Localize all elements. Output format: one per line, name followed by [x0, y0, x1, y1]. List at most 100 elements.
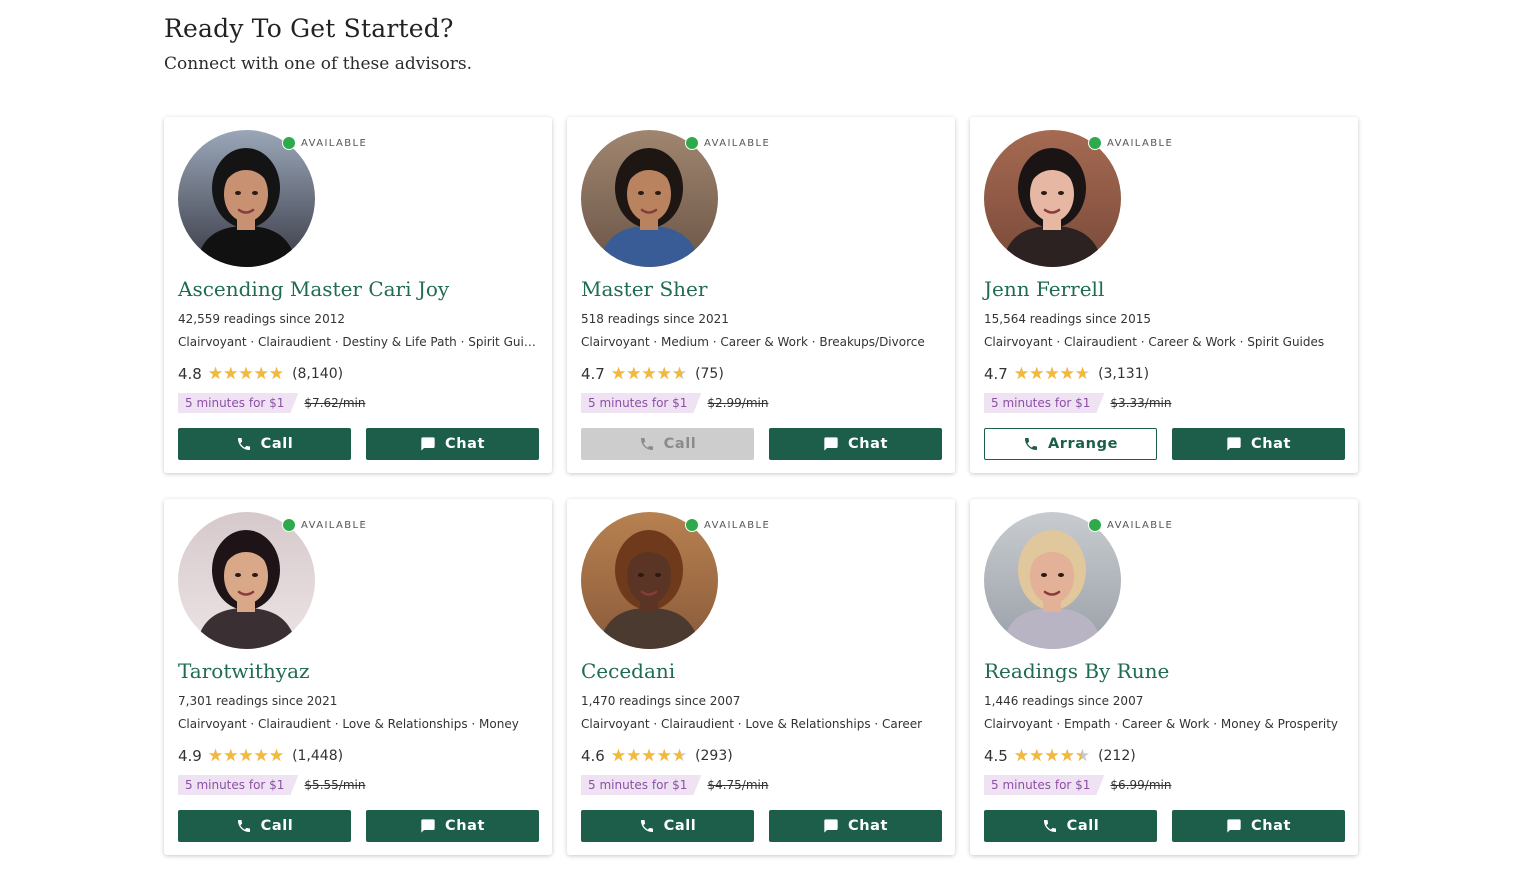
phone-icon [639, 818, 655, 834]
regular-price: $5.55/min [304, 778, 366, 792]
availability-status: AVAILABLE [282, 136, 367, 150]
advisor-card[interactable]: AVAILABLE Tarotwithyaz 7,301 readings si… [164, 499, 552, 855]
specialties: Clairvoyant · Medium · Career & Work · B… [581, 335, 925, 349]
rating-row: 4.9 ★★★★★ ★★★★★ (1,448) [178, 747, 343, 765]
chat-button[interactable]: Chat [769, 428, 942, 460]
rating-row: 4.5 ★★★★★ ★★★★★ (212) [984, 747, 1136, 765]
advisor-card[interactable]: AVAILABLE Readings By Rune 1,446 reading… [970, 499, 1358, 855]
chat-button[interactable]: Chat [366, 810, 539, 842]
readings-count: 42,559 readings since 2012 [178, 312, 345, 326]
chat-button[interactable]: Chat [769, 810, 942, 842]
button-label: Call [663, 436, 697, 452]
chat-button[interactable]: Chat [1172, 428, 1345, 460]
chat-button[interactable]: Chat [366, 428, 539, 460]
rating-row: 4.7 ★★★★★ ★★★★★ (75) [581, 365, 724, 383]
rating-row: 4.7 ★★★★★ ★★★★★ (3,131) [984, 365, 1149, 383]
readings-count: 1,446 readings since 2007 [984, 694, 1144, 708]
button-label: Chat [1250, 818, 1292, 834]
available-dot-icon [1088, 136, 1102, 150]
star-rating-icon: ★★★★★ ★★★★★ [207, 745, 285, 766]
phone-icon [1042, 818, 1058, 834]
advisor-name[interactable]: Ascending Master Cari Joy [178, 277, 449, 301]
advisor-avatar[interactable] [178, 512, 315, 649]
chat-icon [1226, 436, 1242, 452]
status-label: AVAILABLE [1107, 519, 1174, 531]
specialties: Clairvoyant · Clairaudient · Destiny & L… [178, 335, 540, 349]
button-label: Call [1066, 818, 1100, 834]
advisor-avatar[interactable] [581, 512, 718, 649]
price-row: 5 minutes for $1 $7.62/min [178, 393, 365, 413]
advisor-name[interactable]: Master Sher [581, 277, 707, 301]
call-button[interactable]: Call [178, 428, 351, 460]
advisor-avatar[interactable] [984, 512, 1121, 649]
star-rating-icon: ★★★★★ ★★★★★ [610, 363, 688, 384]
status-label: AVAILABLE [301, 519, 368, 531]
button-label: Call [663, 818, 697, 834]
readings-count: 7,301 readings since 2021 [178, 694, 338, 708]
chat-icon [420, 436, 436, 452]
regular-price: $2.99/min [707, 396, 769, 410]
advisor-avatar[interactable] [581, 130, 718, 267]
status-label: AVAILABLE [301, 137, 368, 149]
available-dot-icon [282, 518, 296, 532]
readings-count: 518 readings since 2021 [581, 312, 729, 326]
promo-badge: 5 minutes for $1 [581, 775, 701, 795]
button-label: Chat [444, 818, 486, 834]
advisor-card[interactable]: AVAILABLE Jenn Ferrell 15,564 readings s… [970, 117, 1358, 473]
arrange-button[interactable]: Arrange [984, 428, 1157, 460]
promo-badge: 5 minutes for $1 [178, 393, 298, 413]
availability-status: AVAILABLE [1088, 136, 1173, 150]
chat-button[interactable]: Chat [1172, 810, 1345, 842]
availability-status: AVAILABLE [685, 136, 770, 150]
star-rating-icon: ★★★★★ ★★★★★ [1013, 745, 1091, 766]
rating-row: 4.8 ★★★★★ ★★★★★ (8,140) [178, 365, 343, 383]
price-row: 5 minutes for $1 $4.75/min [581, 775, 768, 795]
phone-icon [1023, 436, 1039, 452]
advisor-name[interactable]: Readings By Rune [984, 659, 1169, 683]
promo-badge: 5 minutes for $1 [178, 775, 298, 795]
phone-icon [236, 436, 252, 452]
price-row: 5 minutes for $1 $5.55/min [178, 775, 365, 795]
available-dot-icon [1088, 518, 1102, 532]
price-row: 5 minutes for $1 $6.99/min [984, 775, 1171, 795]
price-row: 5 minutes for $1 $3.33/min [984, 393, 1171, 413]
promo-badge: 5 minutes for $1 [984, 393, 1104, 413]
button-label: Chat [444, 436, 486, 452]
available-dot-icon [685, 136, 699, 150]
page: Ready To Get Started? Connect with one o… [0, 0, 1531, 877]
chat-icon [823, 818, 839, 834]
call-button[interactable]: Call [178, 810, 351, 842]
call-button[interactable]: Call [984, 810, 1157, 842]
status-label: AVAILABLE [704, 519, 771, 531]
available-dot-icon [282, 136, 296, 150]
advisor-card[interactable]: AVAILABLE Cecedani 1,470 readings since … [567, 499, 955, 855]
review-count: (8,140) [292, 366, 344, 382]
advisor-avatar[interactable] [178, 130, 315, 267]
advisor-card[interactable]: AVAILABLE Ascending Master Cari Joy 42,5… [164, 117, 552, 473]
star-rating-icon: ★★★★★ ★★★★★ [610, 745, 688, 766]
rating-value: 4.6 [581, 747, 605, 765]
promo-badge: 5 minutes for $1 [581, 393, 701, 413]
readings-count: 1,470 readings since 2007 [581, 694, 741, 708]
advisor-name[interactable]: Tarotwithyaz [178, 659, 310, 683]
rating-value: 4.7 [581, 365, 605, 383]
regular-price: $3.33/min [1110, 396, 1172, 410]
call-button[interactable]: Call [581, 810, 754, 842]
available-dot-icon [685, 518, 699, 532]
regular-price: $7.62/min [304, 396, 366, 410]
star-rating-icon: ★★★★★ ★★★★★ [207, 363, 285, 384]
chat-icon [823, 436, 839, 452]
rating-row: 4.6 ★★★★★ ★★★★★ (293) [581, 747, 733, 765]
advisor-name[interactable]: Cecedani [581, 659, 675, 683]
call-button[interactable]: Call [581, 428, 754, 460]
promo-badge: 5 minutes for $1 [984, 775, 1104, 795]
availability-status: AVAILABLE [282, 518, 367, 532]
advisor-avatar[interactable] [984, 130, 1121, 267]
chat-icon [420, 818, 436, 834]
rating-value: 4.5 [984, 747, 1008, 765]
advisor-name[interactable]: Jenn Ferrell [984, 277, 1104, 301]
advisor-card[interactable]: AVAILABLE Master Sher 518 readings since… [567, 117, 955, 473]
availability-status: AVAILABLE [1088, 518, 1173, 532]
rating-value: 4.7 [984, 365, 1008, 383]
readings-count: 15,564 readings since 2015 [984, 312, 1151, 326]
